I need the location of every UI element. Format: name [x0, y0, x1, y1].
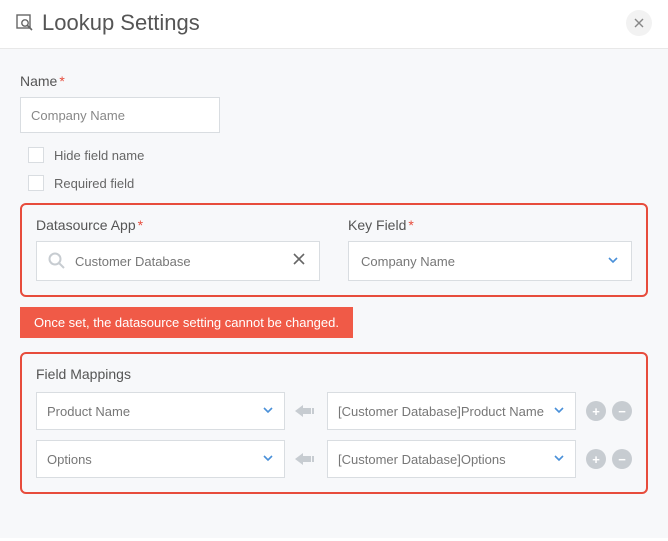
required-asterisk: *	[138, 217, 143, 233]
datasource-warning: Once set, the datasource setting cannot …	[20, 307, 353, 338]
hide-field-row: Hide field name	[20, 147, 648, 163]
add-mapping-button[interactable]: +	[586, 401, 606, 421]
mapping-target-select[interactable]: Product Name	[36, 392, 285, 430]
chevron-down-icon	[607, 254, 619, 269]
add-mapping-button[interactable]: +	[586, 449, 606, 469]
key-field-label-text: Key Field	[348, 217, 406, 233]
datasource-app-label-text: Datasource App	[36, 217, 136, 233]
required-field-checkbox[interactable]	[28, 175, 44, 191]
hide-field-label: Hide field name	[54, 148, 144, 163]
datasource-section: Datasource App*	[20, 203, 648, 297]
close-button[interactable]	[626, 10, 652, 36]
key-field-select[interactable]: Company Name	[348, 241, 632, 281]
field-mappings-title: Field Mappings	[36, 366, 632, 382]
chevron-down-icon	[553, 452, 565, 467]
chevron-down-icon	[262, 452, 274, 467]
arrow-left-icon	[295, 450, 317, 468]
required-asterisk: *	[408, 217, 413, 233]
mapping-target-select[interactable]: Options	[36, 440, 285, 478]
datasource-app-input[interactable]	[36, 241, 320, 281]
required-field-label: Required field	[54, 176, 134, 191]
mapping-source-select[interactable]: [Customer Database]Product Name	[327, 392, 576, 430]
chevron-down-icon	[553, 404, 565, 419]
required-field-row: Required field	[20, 175, 648, 191]
key-field-label: Key Field*	[348, 217, 632, 233]
clear-icon[interactable]	[289, 252, 309, 270]
chevron-down-icon	[262, 404, 274, 419]
mapping-source-value: [Customer Database]Options	[338, 452, 506, 467]
name-label-text: Name	[20, 73, 57, 89]
remove-mapping-button[interactable]: −	[612, 449, 632, 469]
mapping-source-value: [Customer Database]Product Name	[338, 404, 544, 419]
key-field-value: Company Name	[361, 254, 455, 269]
lookup-icon	[16, 14, 34, 32]
dialog-header: Lookup Settings	[0, 0, 668, 49]
remove-mapping-button[interactable]: −	[612, 401, 632, 421]
name-label: Name*	[20, 73, 648, 89]
mapping-target-value: Product Name	[47, 404, 130, 419]
hide-field-checkbox[interactable]	[28, 147, 44, 163]
dialog-body: Name* Hide field name Required field Dat…	[0, 49, 668, 538]
arrow-left-icon	[295, 402, 317, 420]
field-mappings-section: Field Mappings Product Name [Customer Da…	[20, 352, 648, 494]
datasource-app-field[interactable]	[75, 254, 289, 269]
search-icon	[47, 251, 67, 271]
dialog-title: Lookup Settings	[42, 10, 626, 36]
mapping-row: Options [Customer Database]Options +	[36, 440, 632, 478]
mapping-source-select[interactable]: [Customer Database]Options	[327, 440, 576, 478]
mapping-target-value: Options	[47, 452, 92, 467]
required-asterisk: *	[59, 73, 64, 89]
datasource-app-label: Datasource App*	[36, 217, 320, 233]
name-input[interactable]	[20, 97, 220, 133]
mapping-row: Product Name [Customer Database]Product …	[36, 392, 632, 430]
